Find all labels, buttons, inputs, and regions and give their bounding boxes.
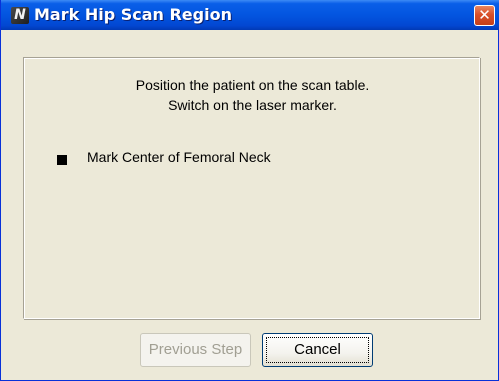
window-title: Mark Hip Scan Region bbox=[34, 5, 232, 24]
step-label-femoral-neck: Mark Center of Femoral Neck bbox=[87, 149, 271, 165]
cancel-button[interactable]: Cancel bbox=[262, 333, 373, 367]
instruction-panel: Position the patient on the scan table. … bbox=[23, 57, 480, 319]
close-icon: ✕ bbox=[478, 6, 491, 24]
dialog-window: N Mark Hip Scan Region ✕ Position the pa… bbox=[0, 0, 499, 381]
cancel-button-label: Cancel bbox=[294, 341, 341, 358]
title-bar[interactable]: N Mark Hip Scan Region ✕ bbox=[1, 0, 499, 30]
instruction-line-2: Switch on the laser marker. bbox=[168, 97, 337, 113]
previous-step-button[interactable]: Previous Step bbox=[140, 333, 251, 367]
instruction-line-1: Position the patient on the scan table. bbox=[135, 77, 370, 93]
app-logo-icon: N bbox=[11, 7, 29, 24]
close-button[interactable]: ✕ bbox=[474, 5, 495, 26]
step-bullet-icon bbox=[57, 155, 67, 165]
